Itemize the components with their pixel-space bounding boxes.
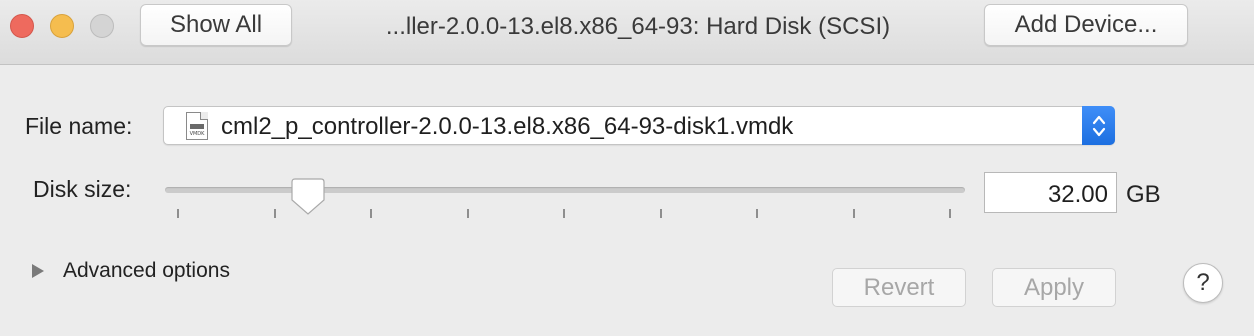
slider-tick (659, 209, 662, 218)
apply-button[interactable]: Apply (992, 268, 1116, 307)
disk-size-input[interactable]: 32.00 (984, 172, 1117, 213)
add-device-button[interactable]: Add Device... (984, 4, 1188, 46)
advanced-options-toggle[interactable]: Advanced options (63, 259, 230, 283)
slider-tick (177, 209, 179, 218)
title-bar: Show All ...ller-2.0.0-13.el8.x86_64-93:… (0, 0, 1254, 65)
disk-size-slider-track[interactable] (165, 187, 965, 193)
minimize-window-button[interactable] (50, 14, 74, 38)
window-title: ...ller-2.0.0-13.el8.x86_64-93: Hard Dis… (385, 13, 891, 40)
file-name-select[interactable]: VMDK cml2_p_controller-2.0.0-13.el8.x86_… (163, 106, 1115, 145)
slider-tick (563, 209, 565, 218)
slider-tick (756, 209, 758, 218)
slider-tick (273, 209, 276, 218)
disk-size-unit: GB (1126, 181, 1161, 208)
show-all-button[interactable]: Show All (140, 4, 292, 46)
file-name-value: cml2_p_controller-2.0.0-13.el8.x86_64-93… (221, 113, 794, 140)
disk-size-label: Disk size: (33, 176, 132, 202)
file-name-label: File name: (25, 113, 133, 139)
slider-tick (370, 209, 372, 218)
vmdk-file-icon: VMDK (186, 112, 208, 140)
zoom-window-button[interactable] (90, 14, 114, 38)
select-stepper-icon[interactable] (1082, 106, 1115, 145)
help-button[interactable]: ? (1183, 263, 1223, 303)
disk-size-slider-thumb[interactable] (291, 178, 325, 216)
slider-tick (852, 209, 855, 218)
slider-tick (949, 209, 951, 218)
slider-tick (466, 209, 469, 218)
revert-button[interactable]: Revert (832, 268, 966, 307)
disclosure-triangle-icon[interactable] (30, 263, 46, 279)
close-window-button[interactable] (10, 14, 34, 38)
